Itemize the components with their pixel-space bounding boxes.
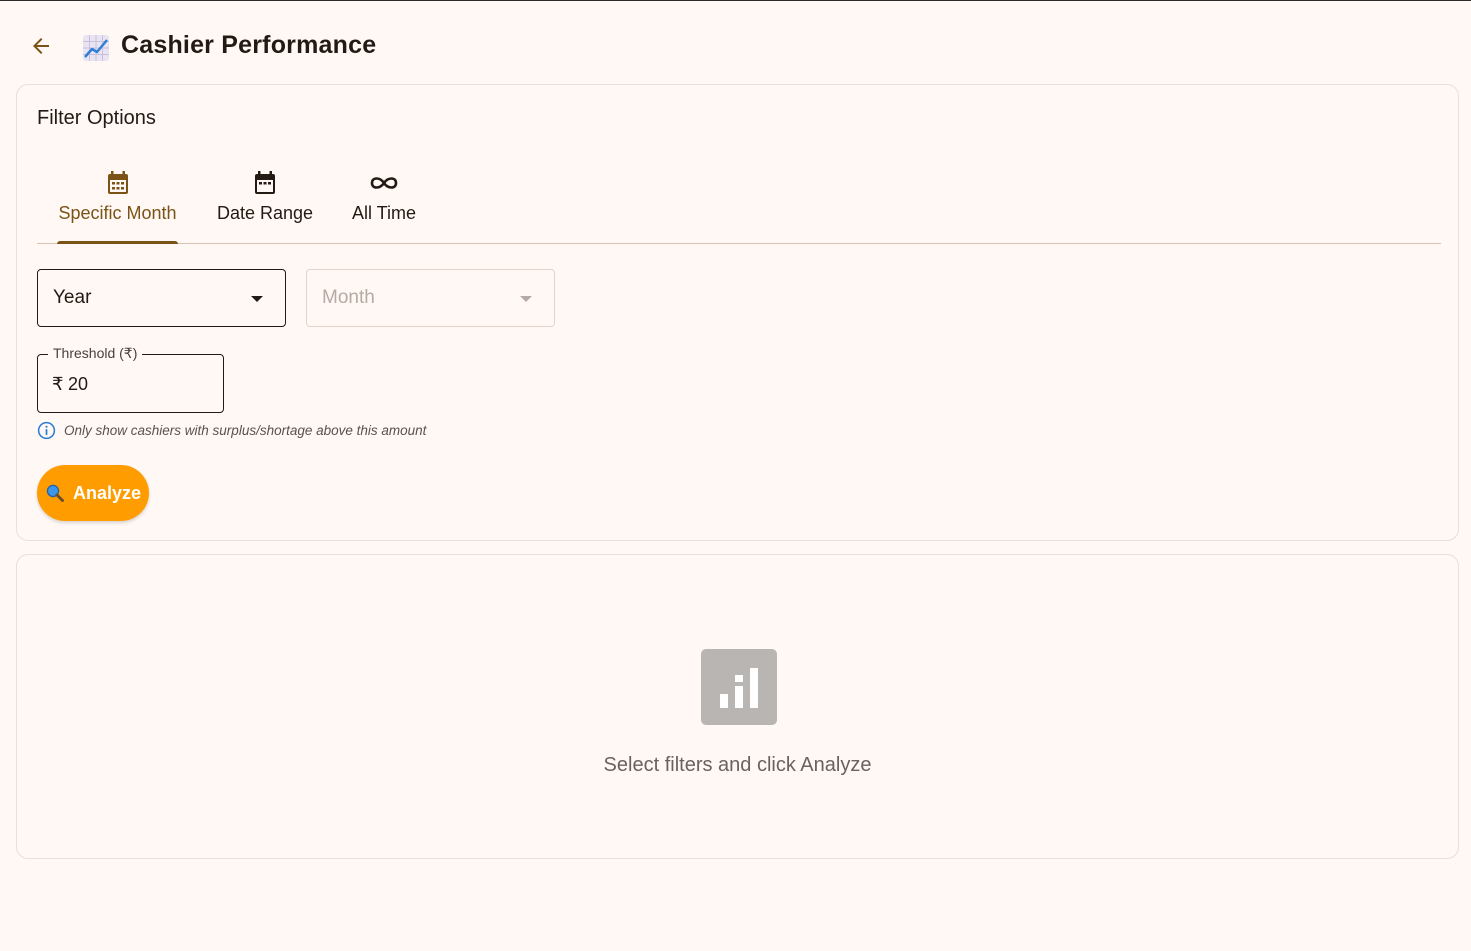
chevron-down-icon <box>251 296 263 302</box>
filter-card: Filter Options Specific Month Date Range… <box>16 84 1459 541</box>
empty-state-message: Select filters and click Analyze <box>603 754 872 776</box>
threshold-hint: Only show cashiers with surplus/shortage… <box>37 421 426 440</box>
bar-chart-icon <box>701 649 777 725</box>
year-select[interactable]: Year <box>37 269 286 327</box>
arrow-left-icon <box>33 38 49 54</box>
tab-specific-month[interactable]: Specific Month <box>57 165 178 244</box>
info-icon <box>37 421 56 440</box>
threshold-value[interactable]: 20 <box>68 374 88 395</box>
currency-prefix: ₹ <box>52 374 64 394</box>
threshold-label: Threshold (₹) <box>48 345 143 362</box>
tab-all-time[interactable]: All Time <box>350 165 418 243</box>
chevron-down-icon <box>520 296 532 302</box>
results-card: Select filters and click Analyze <box>16 554 1459 859</box>
app-header: Cashier Performance <box>0 1 1471 85</box>
year-select-label: Year <box>53 287 92 308</box>
hint-text: Only show cashiers with surplus/shortage… <box>64 423 427 438</box>
tab-label: Date Range <box>216 203 314 223</box>
page-title: Cashier Performance <box>121 31 377 59</box>
analyze-button[interactable]: Analyze <box>37 465 149 521</box>
tab-label: Specific Month <box>58 203 177 223</box>
analyze-label: Analyze <box>72 482 142 503</box>
chart-trend-icon <box>83 35 109 61</box>
month-select[interactable]: Month <box>306 269 555 327</box>
tab-label: All Time <box>351 203 416 223</box>
back-button[interactable] <box>26 31 56 61</box>
tab-date-range[interactable]: Date Range <box>217 165 313 243</box>
section-title: Filter Options <box>37 107 156 129</box>
threshold-field[interactable]: Threshold (₹) ₹ 20 <box>37 345 224 413</box>
month-select-label: Month <box>322 287 375 308</box>
filter-tabs: Specific Month Date Range All Time <box>37 165 1441 244</box>
infinity-icon <box>370 177 398 189</box>
search-icon <box>46 484 64 502</box>
calendar-icon <box>255 171 275 194</box>
calendar-month-icon <box>107 171 128 194</box>
